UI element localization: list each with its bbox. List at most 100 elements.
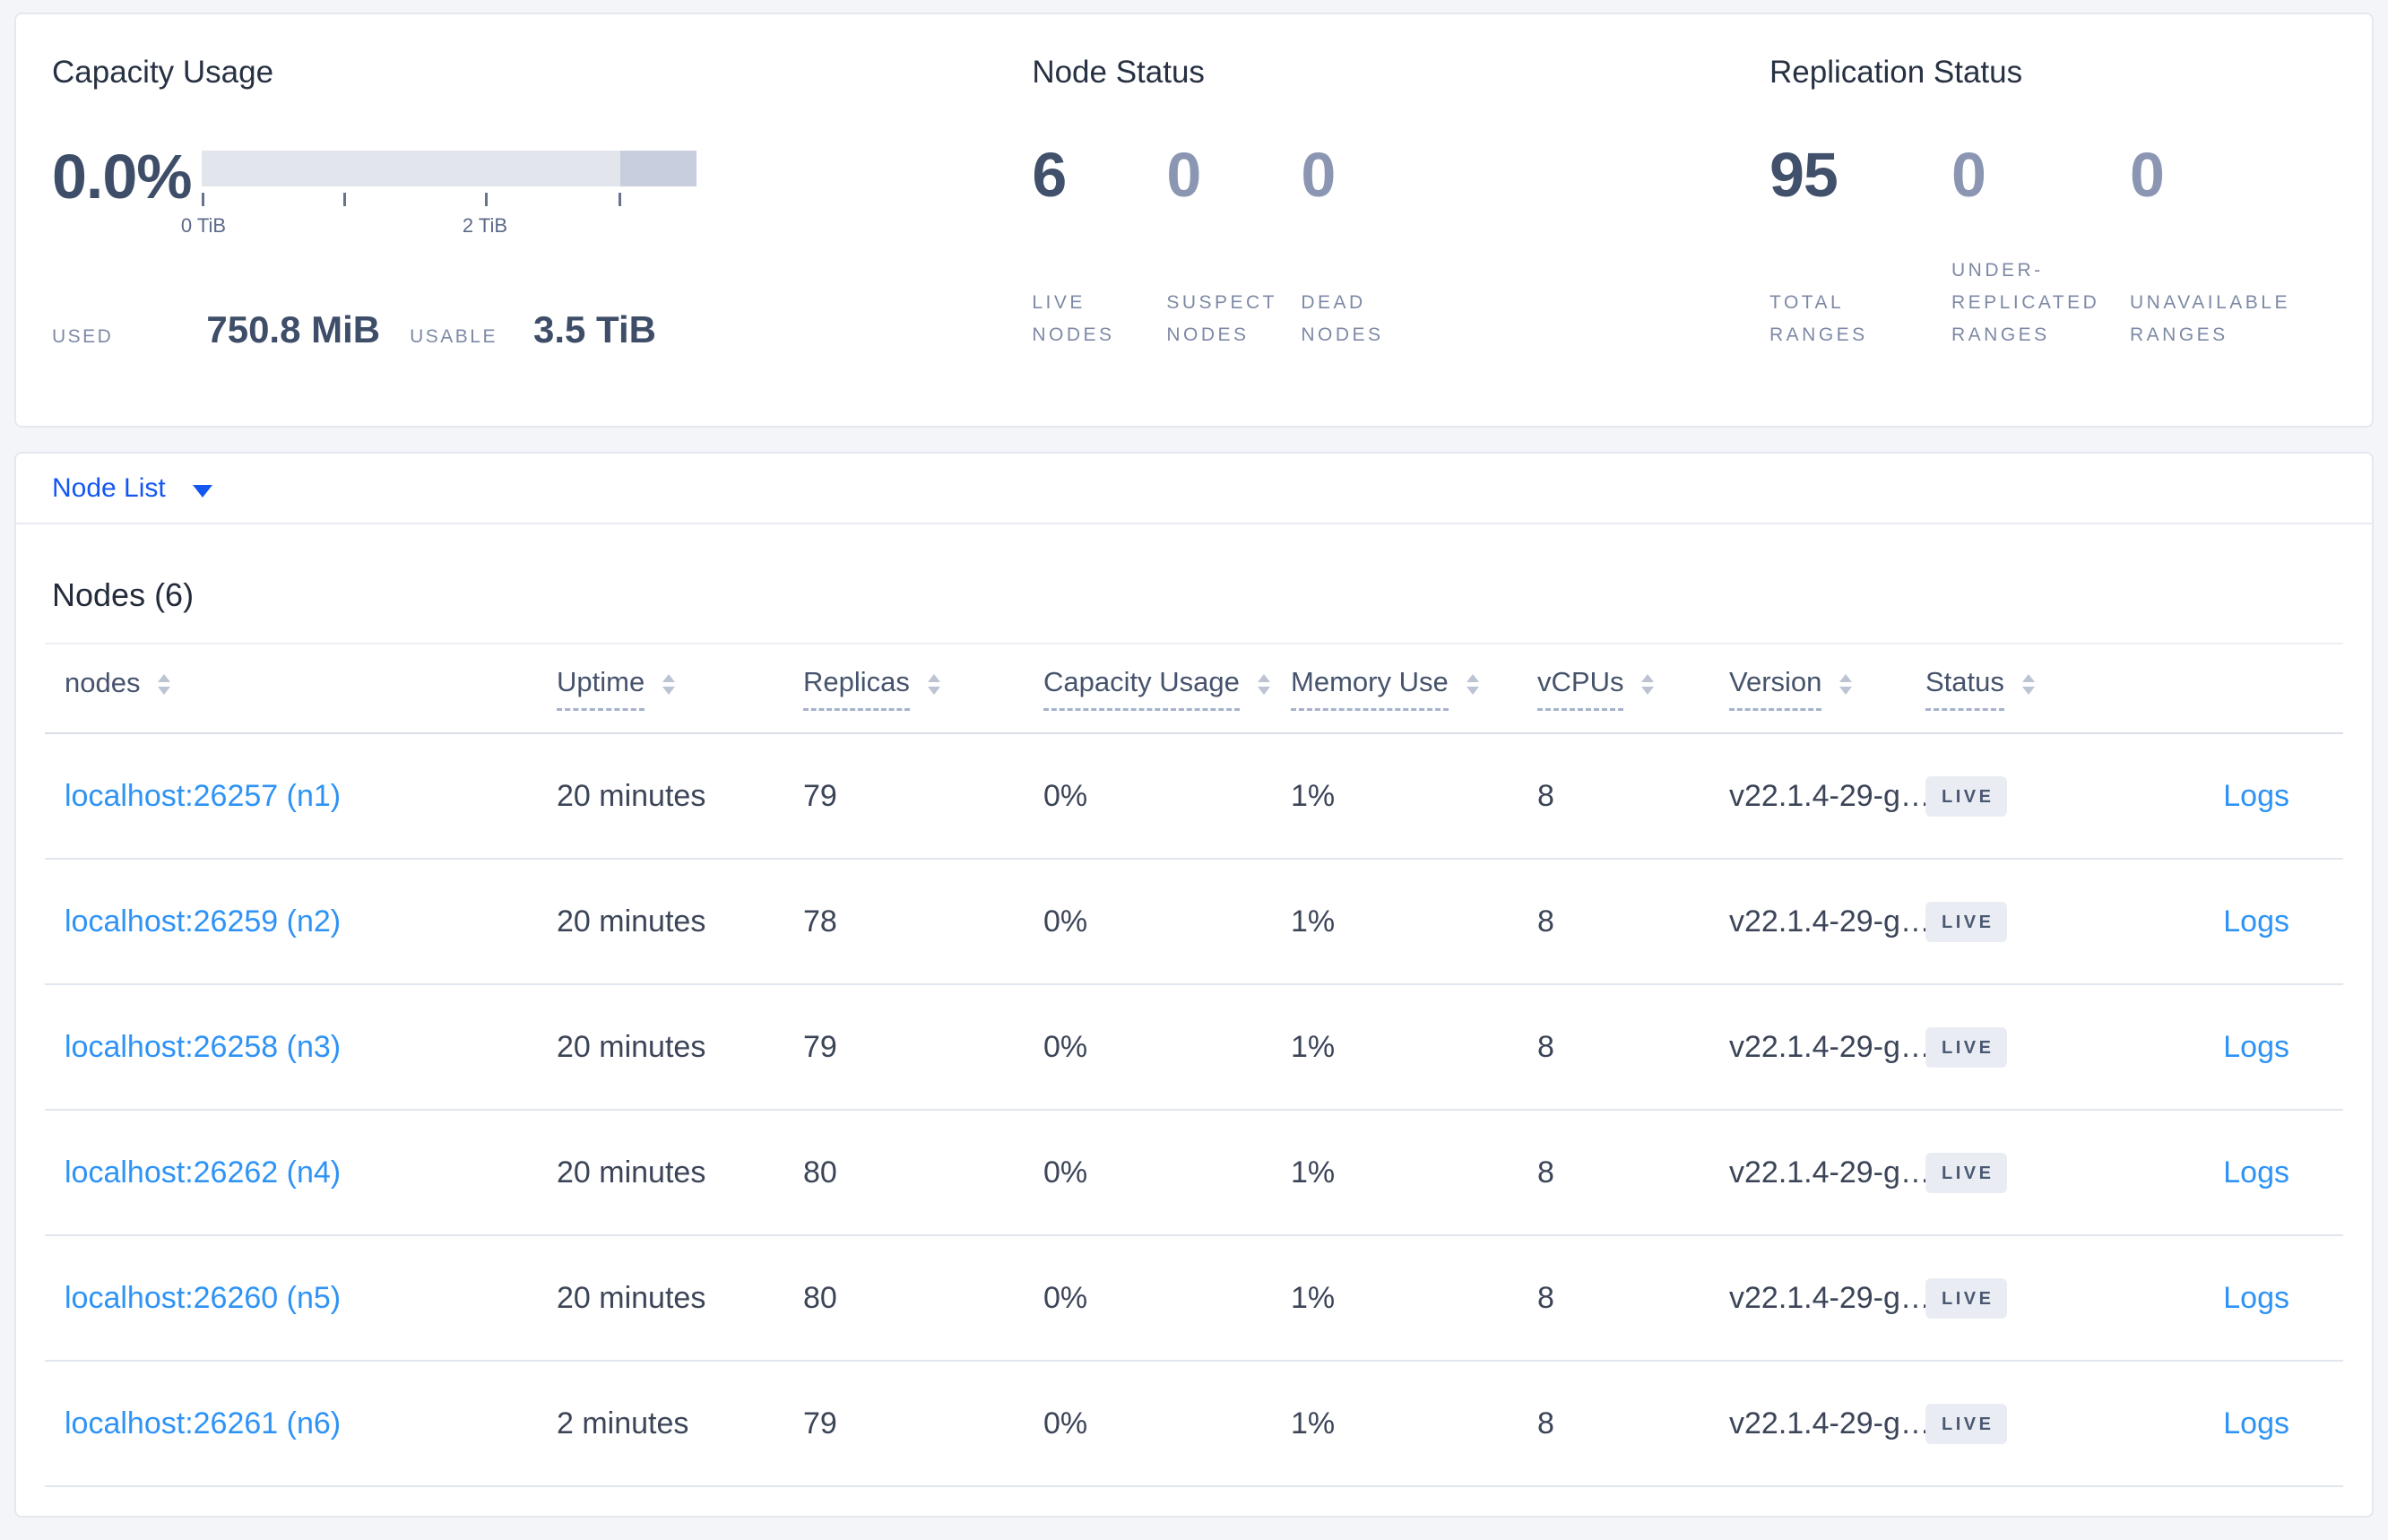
- column-header-vcpus[interactable]: vCPUs: [1537, 666, 1729, 711]
- suspect-nodes-value: 0: [1166, 140, 1201, 210]
- logs-link[interactable]: Logs: [2223, 779, 2289, 813]
- suspect-nodes-stat: 0 SUSPECT NODES: [1166, 143, 1301, 351]
- usable-value: 3.5 TiB: [533, 308, 656, 350]
- capacity-usage-cell: 0%: [1043, 1280, 1088, 1315]
- uptime-cell: 2 minutes: [557, 1406, 689, 1441]
- unavailable-ranges-stat: 0 UNAVAILABLE RANGES: [2130, 143, 2336, 351]
- capacity-usage-cell: 0%: [1043, 1029, 1088, 1064]
- status-badge: LIVE: [1925, 1278, 2008, 1319]
- sort-icon: [927, 673, 940, 695]
- table-row: localhost:26257 (n1) 20 minutes 79 0% 1%…: [45, 734, 2343, 860]
- sort-icon: [1839, 673, 1853, 695]
- column-header-replicas[interactable]: Replicas: [803, 666, 1043, 711]
- column-header-memory-use[interactable]: Memory Use: [1291, 666, 1537, 711]
- node-link[interactable]: localhost:26258 (n3): [65, 1030, 341, 1064]
- logs-link[interactable]: Logs: [2223, 1030, 2289, 1064]
- vcpus-cell: 8: [1537, 1029, 1554, 1064]
- capacity-bar-track: [202, 151, 696, 186]
- used-label: USED: [52, 326, 114, 347]
- logs-link[interactable]: Logs: [2223, 1281, 2289, 1315]
- total-ranges-value: 95: [1769, 140, 1839, 210]
- status-badge: LIVE: [1925, 1153, 2008, 1193]
- table-row: localhost:26260 (n5) 20 minutes 80 0% 1%…: [45, 1236, 2343, 1362]
- axis-tick: [202, 193, 204, 206]
- replicas-cell: 80: [803, 1155, 837, 1190]
- column-header-capacity-usage[interactable]: Capacity Usage: [1043, 666, 1291, 711]
- vcpus-cell: 8: [1537, 1406, 1554, 1441]
- sort-icon: [1641, 673, 1655, 695]
- node-status-section: Node Status 6 LIVE NODES 0 SUSPECT NODES…: [1032, 55, 1769, 426]
- vcpus-cell: 8: [1537, 1155, 1554, 1190]
- axis-tick: [485, 193, 488, 206]
- total-ranges-stat: 95 TOTAL RANGES: [1769, 143, 1951, 351]
- node-link[interactable]: localhost:26261 (n6): [65, 1406, 341, 1441]
- sort-icon: [1466, 673, 1479, 695]
- capacity-bar-chart: 0 TiB 2 TiB: [181, 143, 696, 238]
- axis-tick: [619, 193, 621, 206]
- replication-status-title: Replication Status: [1769, 55, 2023, 90]
- version-cell: v22.1.4-29-g…: [1729, 778, 1925, 813]
- capacity-legend: USED 750.8 MiB USABLE 3.5 TiB: [52, 308, 1032, 351]
- replication-status-section: Replication Status 95 TOTAL RANGES 0 UND…: [1769, 55, 2336, 426]
- capacity-bar-segment: [620, 151, 696, 186]
- logs-link[interactable]: Logs: [2223, 1155, 2289, 1190]
- column-header-status[interactable]: Status: [1925, 666, 2132, 711]
- uptime-cell: 20 minutes: [557, 1155, 706, 1190]
- table-row: localhost:26258 (n3) 20 minutes 79 0% 1%…: [45, 985, 2343, 1111]
- capacity-axis-ticks: [202, 193, 696, 212]
- version-cell: v22.1.4-29-g…: [1729, 1029, 1925, 1064]
- node-list-dropdown-label: Node List: [52, 472, 166, 503]
- nodes-table: nodes Uptime Replicas Capacity Usage Mem…: [45, 643, 2343, 1487]
- column-header-version[interactable]: Version: [1729, 666, 1925, 711]
- memory-use-cell: 1%: [1291, 1029, 1336, 1064]
- nodes-table-title: Nodes (6): [52, 576, 195, 613]
- under-replicated-ranges-label: UNDER-REPLICATED RANGES: [1951, 260, 2100, 345]
- capacity-usage-title: Capacity Usage: [52, 55, 274, 90]
- capacity-usage-cell: 0%: [1043, 778, 1088, 813]
- status-badge: LIVE: [1925, 1404, 2008, 1444]
- logs-link[interactable]: Logs: [2223, 1406, 2289, 1441]
- live-nodes-label: LIVE NODES: [1032, 292, 1115, 345]
- version-cell: v22.1.4-29-g…: [1729, 1155, 1925, 1190]
- memory-use-cell: 1%: [1291, 778, 1336, 813]
- vcpus-cell: 8: [1537, 1280, 1554, 1315]
- axis-tick: [343, 193, 346, 206]
- memory-use-cell: 1%: [1291, 1280, 1336, 1315]
- chevron-down-icon: [192, 484, 212, 497]
- memory-use-cell: 1%: [1291, 1406, 1336, 1441]
- replicas-cell: 79: [803, 1406, 837, 1441]
- uptime-cell: 20 minutes: [557, 904, 706, 939]
- node-link[interactable]: localhost:26259 (n2): [65, 904, 341, 939]
- vcpus-cell: 8: [1537, 778, 1554, 813]
- node-link[interactable]: localhost:26257 (n1): [65, 779, 341, 813]
- table-row: localhost:26262 (n4) 20 minutes 80 0% 1%…: [45, 1111, 2343, 1236]
- node-list-dropdown[interactable]: Node List: [52, 473, 212, 504]
- vcpus-cell: 8: [1537, 904, 1554, 939]
- node-link[interactable]: localhost:26262 (n4): [65, 1155, 341, 1190]
- usable-label: USABLE: [410, 326, 497, 347]
- version-cell: v22.1.4-29-g…: [1729, 904, 1925, 939]
- live-nodes-value: 6: [1032, 140, 1067, 210]
- node-link[interactable]: localhost:26260 (n5): [65, 1281, 341, 1315]
- sort-icon: [158, 673, 171, 695]
- column-header-nodes[interactable]: nodes: [65, 668, 557, 709]
- total-ranges-label: TOTAL RANGES: [1769, 292, 1868, 345]
- cluster-summary-panel: Capacity Usage 0.0% 0 TiB 2 TiB USED 750…: [14, 13, 2374, 428]
- under-replicated-ranges-value: 0: [1951, 140, 1986, 210]
- dead-nodes-stat: 0 DEAD NODES: [1301, 143, 1462, 351]
- live-nodes-stat: 6 LIVE NODES: [1032, 143, 1166, 351]
- capacity-used-percent: 0.0%: [52, 142, 193, 212]
- unavailable-ranges-label: UNAVAILABLE RANGES: [2130, 292, 2290, 345]
- replicas-cell: 78: [803, 904, 837, 939]
- sort-icon: [662, 673, 676, 695]
- replicas-cell: 80: [803, 1280, 837, 1315]
- logs-link[interactable]: Logs: [2223, 904, 2289, 939]
- unavailable-ranges-value: 0: [2130, 140, 2165, 210]
- capacity-usage-cell: 0%: [1043, 1155, 1088, 1190]
- under-replicated-ranges-stat: 0 UNDER-REPLICATED RANGES: [1951, 143, 2130, 351]
- capacity-usage-cell: 0%: [1043, 904, 1088, 939]
- sort-icon: [2021, 673, 2035, 695]
- memory-use-cell: 1%: [1291, 904, 1336, 939]
- uptime-cell: 20 minutes: [557, 778, 706, 813]
- column-header-uptime[interactable]: Uptime: [557, 666, 803, 711]
